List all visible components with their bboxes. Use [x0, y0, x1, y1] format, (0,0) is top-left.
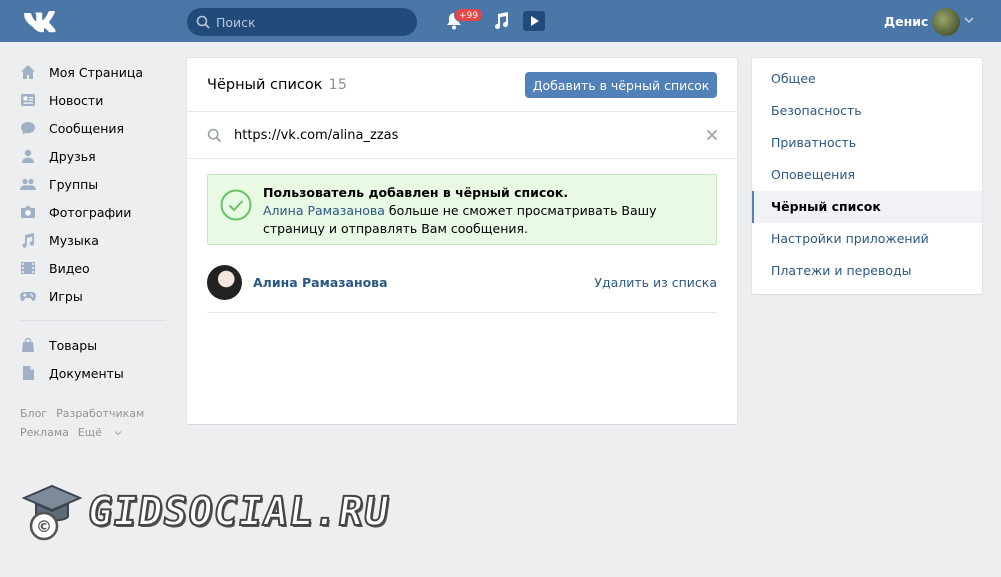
nav-item-music[interactable]: Музыка	[20, 226, 170, 254]
blocked-user-name[interactable]: Алина Рамазанова	[253, 275, 388, 290]
settings-item-notifications[interactable]: Оповещения	[752, 159, 982, 191]
music-icon	[22, 233, 35, 248]
nav-item-video[interactable]: Видео	[20, 254, 170, 282]
blacklist-panel: Чёрный список 15 Добавить в чёрный список…	[187, 58, 737, 424]
nav-item-games[interactable]: Игры	[20, 282, 170, 310]
success-alert: Пользователь добавлен в чёрный список. А…	[207, 174, 717, 245]
settings-item-app-settings[interactable]: Настройки приложений	[752, 223, 982, 255]
graduation-cap-icon: ©	[22, 484, 83, 541]
nav-item-label: Музыка	[49, 232, 99, 248]
nav-item-label: Новости	[49, 92, 104, 108]
search-input[interactable]	[216, 14, 406, 30]
footer-link-blog[interactable]: Блог	[20, 407, 47, 420]
panel-header: Чёрный список 15 Добавить в чёрный список	[187, 58, 737, 112]
alert-user-link[interactable]: Алина Рамазанова	[263, 203, 385, 218]
blacklist-count: 15	[328, 77, 347, 93]
blacklist-row: Алина Рамазанова Удалить из списка	[207, 263, 717, 313]
bag-icon	[22, 337, 34, 352]
nav-item-friends[interactable]: Друзья	[20, 142, 170, 170]
settings-item-payments[interactable]: Платежи и переводы	[752, 255, 982, 287]
settings-item-privacy[interactable]: Приватность	[752, 127, 982, 159]
settings-item-blacklist[interactable]: Чёрный список	[752, 191, 982, 223]
nav-item-news[interactable]: Новости	[20, 86, 170, 114]
nav-item-messages[interactable]: Сообщения	[20, 114, 170, 142]
messages-icon	[21, 122, 35, 135]
global-search[interactable]	[187, 8, 417, 36]
title-text: Чёрный список	[207, 77, 323, 93]
search-icon	[207, 128, 222, 143]
gamepad-icon	[20, 291, 36, 302]
watermark-text: GIDSOCIAL.RU	[84, 488, 393, 536]
nav-item-goods[interactable]: Товары	[20, 331, 170, 359]
settings-item-general[interactable]: Общее	[752, 63, 982, 95]
close-icon[interactable]	[706, 129, 718, 141]
friends-icon	[22, 149, 34, 163]
home-icon	[21, 65, 35, 79]
nav-item-label: Документы	[49, 365, 124, 381]
watermark: © GIDSOCIAL.RU	[22, 480, 393, 544]
nav-item-documents[interactable]: Документы	[20, 359, 170, 387]
nav-item-my-page[interactable]: Моя Страница	[20, 58, 170, 86]
nav-item-label: Игры	[49, 288, 83, 304]
footer-link-ads[interactable]: Реклама	[20, 426, 69, 439]
blacklist-search[interactable]: https://vk.com/alina_zzas	[187, 112, 737, 159]
nav-divider	[20, 320, 166, 321]
alert-heading: Пользователь добавлен в чёрный список.	[263, 185, 569, 200]
nav-item-label: Группы	[49, 176, 99, 192]
nav-item-photos[interactable]: Фотографии	[20, 198, 170, 226]
nav-item-label: Сообщения	[49, 120, 125, 136]
add-to-blacklist-button[interactable]: Добавить в чёрный список	[525, 72, 717, 98]
footer-link-more[interactable]: Ещё	[78, 426, 123, 439]
settings-item-security[interactable]: Безопасность	[752, 95, 982, 127]
nav-item-label: Видео	[49, 260, 90, 276]
groups-icon	[20, 178, 36, 190]
avatar[interactable]	[207, 265, 242, 300]
play-icon[interactable]	[522, 10, 546, 32]
nav-item-label: Моя Страница	[49, 64, 143, 80]
top-bar: +99 Денис	[0, 0, 1001, 42]
chevron-down-icon	[115, 431, 122, 436]
document-icon	[23, 366, 34, 380]
user-name[interactable]: Денис	[884, 14, 928, 29]
settings-menu: Общее Безопасность Приватность Оповещени…	[752, 58, 982, 294]
nav-divider	[20, 397, 166, 398]
nav-item-label: Товары	[49, 337, 98, 353]
left-navigation: Моя Страница Новости Сообщения Друзья Гр…	[20, 58, 170, 442]
search-icon	[196, 15, 210, 29]
svg-text:©: ©	[36, 517, 52, 536]
chevron-down-icon[interactable]	[964, 16, 974, 24]
video-icon	[21, 262, 35, 274]
nav-item-label: Фотографии	[49, 204, 132, 220]
footer-link-developers[interactable]: Разработчикам	[56, 407, 144, 420]
camera-icon	[21, 206, 35, 218]
page-title: Чёрный список 15	[207, 77, 347, 93]
remove-from-list-link[interactable]: Удалить из списка	[594, 275, 717, 290]
alert-text: Пользователь добавлен в чёрный список. А…	[263, 184, 703, 238]
vk-logo-icon[interactable]	[22, 9, 56, 33]
news-icon	[21, 94, 35, 106]
notification-badge: +99	[454, 8, 483, 22]
footer-more-label: Ещё	[77, 426, 102, 439]
nav-item-groups[interactable]: Группы	[20, 170, 170, 198]
checkmark-circle-icon	[220, 189, 252, 221]
search-field-value[interactable]: https://vk.com/alina_zzas	[234, 128, 398, 143]
footer-links: Блог Разработчикам Реклама Ещё	[20, 404, 170, 442]
nav-item-label: Друзья	[49, 148, 96, 164]
user-avatar[interactable]	[932, 8, 960, 36]
music-icon[interactable]	[490, 10, 512, 32]
